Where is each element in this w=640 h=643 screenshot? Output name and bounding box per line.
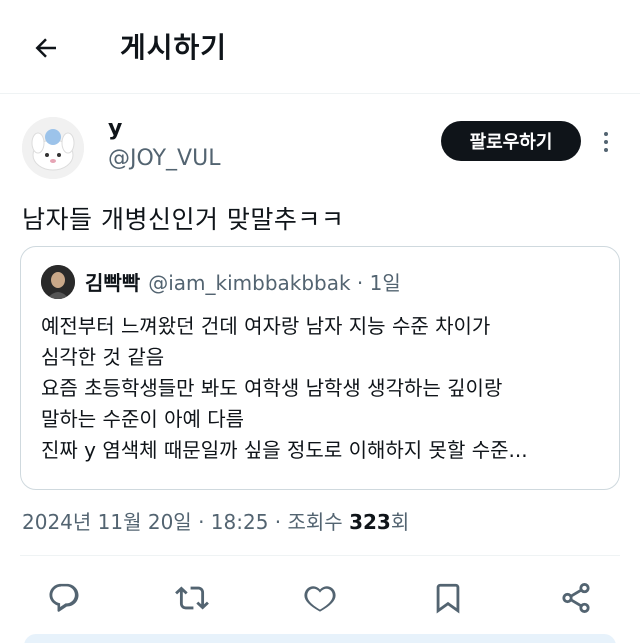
author-handle[interactable]: @JOY_VUL [108, 146, 220, 171]
quote-header: 김빡빡 @iam_kimbbakbbak · 1일 [85, 267, 401, 296]
quote-body: 예전부터 느껴왔던 건데 여자랑 남자 지능 수준 차이가 심각한 것 같음 요… [41, 311, 601, 466]
more-options-icon[interactable] [596, 126, 616, 158]
quote-line: 심각한 것 같음 [41, 345, 165, 369]
bookmark-button[interactable] [428, 578, 468, 618]
quote-handle-time: @iam_kimbbakbbak · 1일 [148, 271, 401, 295]
like-button[interactable] [300, 578, 340, 618]
reply-icon [49, 583, 79, 612]
quote-line: 요즘 초등학생들만 봐도 여학생 남학생 생각하는 깊이랑 [41, 376, 503, 400]
page-title: 게시하기 [120, 31, 228, 64]
tweet-meta: 2024년 11월 20일 · 18:25 · 조회수 323회 [22, 506, 409, 535]
avatar[interactable] [22, 117, 84, 179]
quote-line: 예전부터 느껴왔던 건데 여자랑 남자 지능 수준 차이가 [41, 314, 491, 338]
quote-avatar [41, 265, 75, 299]
back-arrow-icon [35, 38, 56, 58]
reply-composer-edge [24, 634, 616, 643]
avatar-image [22, 117, 84, 179]
view-count[interactable]: 323 [349, 510, 391, 534]
quote-author-name: 김빡빡 [85, 271, 141, 295]
quoted-tweet[interactable]: 김빡빡 @iam_kimbbakbbak · 1일 예전부터 느껴왔던 건데 여자… [20, 246, 620, 490]
retweet-icon [175, 586, 209, 610]
top-bar: 게시하기 [0, 0, 640, 94]
author-name[interactable]: y [108, 116, 122, 141]
follow-button[interactable]: 팔로우하기 [441, 121, 581, 161]
tweet-text: 남자들 개병신인거 맞말추ㅋㅋ [22, 205, 345, 234]
bookmark-icon [436, 583, 460, 614]
share-button[interactable] [556, 578, 596, 618]
reply-button[interactable] [44, 578, 84, 618]
quote-avatar-image [41, 265, 75, 299]
heart-icon [304, 586, 336, 612]
view-suffix: 회 [390, 510, 410, 534]
back-button[interactable] [28, 30, 64, 66]
timestamp-text: 2024년 11월 20일 · 18:25 · 조회수 [22, 510, 350, 534]
action-bar [0, 572, 640, 620]
share-icon [562, 582, 590, 614]
retweet-button[interactable] [172, 578, 212, 618]
quote-line: 말하는 수준이 아예 다름 [41, 407, 245, 431]
divider [20, 555, 620, 556]
quote-line: 진짜 y 염색체 때문일까 싶을 정도로 이해하지 못할 수준... [41, 438, 528, 462]
